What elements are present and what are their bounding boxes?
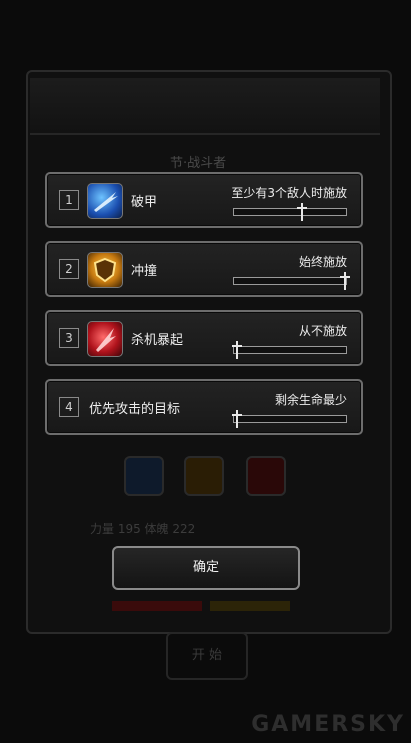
exp-bar [210, 601, 290, 611]
skill-name: 破甲 [131, 195, 158, 210]
condition-slider[interactable] [233, 203, 347, 221]
background-title: 节·战斗者 [170, 156, 227, 171]
skill-index: 2 [59, 259, 79, 279]
hp-bar [112, 601, 202, 611]
target-priority-card[interactable]: 4 优先攻击的目标 剩余生命最少 [45, 379, 363, 435]
target-priority-label: 优先攻击的目标 [89, 402, 181, 417]
ornament-header [30, 78, 380, 135]
watermark: GAMERSKY [251, 712, 405, 737]
shield-charge-icon [87, 252, 123, 288]
slider-handle[interactable] [339, 272, 350, 290]
skill-chip-red [246, 456, 286, 496]
skill-condition: 从不施放 [298, 324, 347, 338]
slider-handle[interactable] [232, 410, 243, 428]
skill-card-2[interactable]: 2 冲撞 始终施放 [45, 241, 363, 297]
skill-condition: 始终施放 [298, 255, 347, 269]
background-layer: 节·战斗者 力量 195 体魄 222 开 始 GAMERSKY [0, 0, 411, 743]
skill-condition: 至少有3个敌人时施放 [231, 186, 347, 200]
condition-slider[interactable] [232, 341, 347, 359]
slider-handle[interactable] [297, 203, 308, 221]
slider-handle[interactable] [232, 341, 243, 359]
skill-card-3[interactable]: 3 杀机暴起 从不施放 [45, 310, 363, 366]
skill-index: 1 [59, 190, 79, 210]
target-slider[interactable] [232, 410, 347, 428]
target-condition: 剩余生命最少 [274, 393, 347, 407]
skill-chip-blue [124, 456, 164, 496]
condition-slider[interactable] [233, 272, 350, 290]
skill-card-1[interactable]: 1 破甲 至少有3个敌人时施放 [45, 172, 363, 228]
armor-break-icon [87, 183, 123, 219]
confirm-button[interactable]: 确定 [112, 546, 300, 590]
background-stats: 力量 195 体魄 222 [90, 522, 196, 536]
skill-name: 杀机暴起 [131, 333, 184, 348]
skill-index: 4 [59, 397, 79, 417]
skill-index: 3 [59, 328, 79, 348]
skill-name: 冲撞 [131, 264, 158, 279]
skill-chip-orange [184, 456, 224, 496]
start-button: 开 始 [166, 632, 248, 680]
killing-intent-icon [87, 321, 123, 357]
